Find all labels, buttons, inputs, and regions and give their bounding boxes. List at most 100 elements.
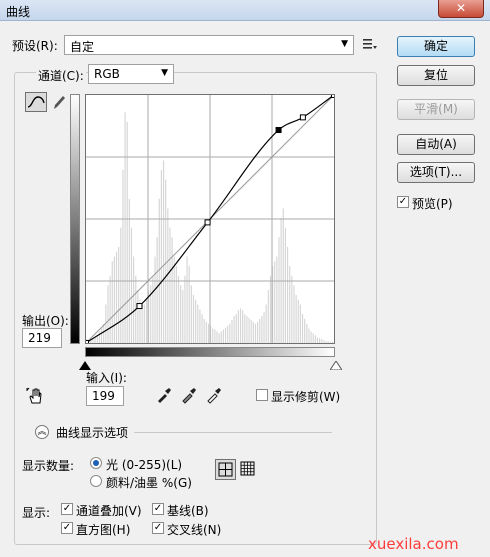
curve-svg[interactable]: [86, 95, 334, 343]
histogram-bar: [259, 318, 261, 343]
curve-edit-tool-icon[interactable]: [25, 92, 47, 112]
options-button[interactable]: 选项(T)...: [397, 162, 475, 183]
histogram-bar: [229, 323, 231, 343]
white-point-slider[interactable]: [329, 359, 343, 371]
chevron-down-icon: ▼: [341, 39, 348, 49]
histogram-bar: [321, 339, 323, 343]
histogram-bar: [233, 316, 235, 343]
black-eyedropper-icon[interactable]: [155, 386, 173, 404]
histogram-bar: [122, 170, 124, 343]
ok-button[interactable]: 确定: [397, 36, 475, 57]
expand-options-button[interactable]: ︽: [35, 425, 49, 439]
output-field[interactable]: 219: [22, 328, 62, 348]
control-point: [299, 114, 306, 121]
histogram-bar: [190, 285, 192, 343]
title-bar[interactable]: [0, 0, 490, 21]
histogram-bar: [107, 285, 109, 343]
histogram-bar: [118, 246, 120, 343]
reset-button[interactable]: 复位: [397, 65, 475, 86]
show-clipping-checkbox[interactable]: [256, 389, 268, 401]
histogram-bar: [257, 321, 259, 343]
histogram-bar: [250, 319, 252, 343]
intersection-label: 交叉线(N): [167, 523, 222, 537]
histogram-bar: [231, 319, 233, 343]
histogram-bar: [310, 331, 312, 343]
channel-label: 通道(C):: [36, 67, 86, 84]
smooth-button[interactable]: 平滑(M): [397, 99, 475, 120]
histogram-bar: [128, 198, 130, 343]
histogram-bar: [323, 340, 325, 343]
histogram-bar: [192, 294, 195, 343]
histogram-bar: [297, 299, 299, 343]
histogram-bar: [312, 333, 314, 343]
preset-select[interactable]: 自定 ▼: [64, 35, 354, 55]
input-field[interactable]: 199: [86, 386, 124, 406]
histogram-bar: [252, 321, 254, 343]
baseline-checkbox[interactable]: ✓: [152, 503, 164, 515]
histogram-bar: [248, 318, 250, 343]
curve-graph[interactable]: [85, 94, 335, 344]
preview-checkbox[interactable]: ✓: [397, 196, 409, 208]
histogram-bar: [162, 160, 165, 343]
histogram-bar: [329, 342, 331, 343]
histogram-bar: [165, 179, 167, 343]
histogram-bar: [284, 227, 287, 343]
input-gradient-bar: [85, 347, 335, 357]
histogram-bar: [154, 256, 156, 343]
histogram-bar: [109, 275, 111, 343]
auto-button[interactable]: 自动(A): [397, 134, 475, 155]
pencil-icon[interactable]: [51, 93, 67, 111]
histogram-bar: [115, 251, 118, 343]
histogram-bar: [212, 328, 214, 343]
show-label: 显示:: [22, 506, 51, 520]
close-button[interactable]: ✕: [438, 0, 484, 18]
histogram-bar: [276, 256, 278, 343]
channel-overlay-checkbox[interactable]: ✓: [61, 503, 73, 515]
histogram-bar: [169, 227, 171, 343]
histogram-bar: [92, 339, 94, 343]
watermark-text: xuexila.com: [368, 535, 459, 553]
histogram-bar: [293, 285, 295, 343]
channel-select[interactable]: RGB ▼: [88, 64, 174, 84]
histogram-bar: [286, 246, 289, 343]
control-point: [136, 303, 143, 310]
detailed-grid-icon[interactable]: [240, 461, 256, 477]
histogram-bar: [195, 299, 197, 343]
histogram-bar: [222, 329, 225, 343]
histogram-bar: [214, 329, 216, 343]
histogram-bar: [113, 256, 115, 343]
light-radio[interactable]: [90, 457, 102, 469]
histogram-bar: [274, 261, 276, 343]
histogram-bar: [282, 208, 284, 343]
histogram-bar: [180, 285, 182, 343]
histogram-bar: [265, 304, 267, 343]
histogram-bar: [201, 314, 203, 343]
white-eyedropper-icon[interactable]: [205, 386, 223, 404]
histogram-bar: [152, 275, 154, 343]
black-point-slider[interactable]: [79, 359, 91, 370]
histogram-checkbox[interactable]: ✓: [61, 522, 73, 534]
output-label: 输出(O):: [22, 314, 69, 328]
histogram-bar: [186, 256, 188, 343]
histogram-bar: [306, 323, 308, 343]
histogram-bar: [175, 266, 177, 343]
gray-eyedropper-icon[interactable]: [180, 386, 198, 404]
histogram-bar: [299, 304, 301, 343]
histogram-bar: [143, 304, 145, 343]
histogram-bar: [177, 275, 180, 343]
histogram-bar: [173, 256, 175, 343]
hand-adjust-tool-icon[interactable]: [25, 386, 45, 406]
list-menu-icon[interactable]: [362, 37, 378, 51]
pigment-radio[interactable]: [90, 475, 102, 487]
histogram-bar: [205, 321, 207, 343]
histogram-bar: [319, 338, 321, 343]
light-radio-label: 光 (0-255)(L): [106, 458, 183, 472]
selected-control-point: [275, 127, 282, 134]
preview-label: 预览(P): [412, 197, 453, 211]
histogram-bar: [94, 337, 96, 343]
input-value: 199: [92, 389, 115, 403]
simple-grid-icon[interactable]: [215, 459, 236, 480]
histogram-bar: [111, 261, 113, 343]
intersection-checkbox[interactable]: ✓: [152, 522, 164, 534]
histogram-bar: [244, 314, 246, 343]
